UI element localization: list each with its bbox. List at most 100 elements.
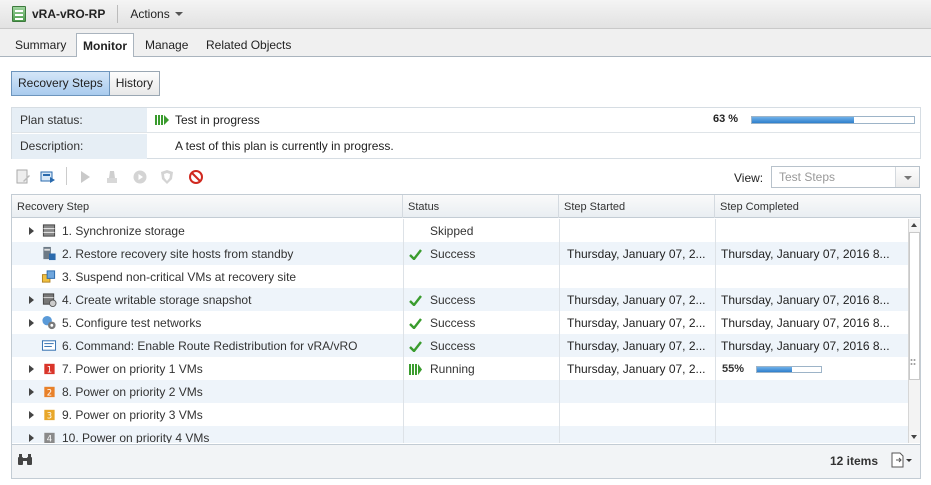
table-row[interactable]: 5. Configure test networks Success Thursda…	[12, 311, 908, 334]
subtab-group: Recovery Steps History	[11, 71, 161, 96]
plan-status-value: Test in progress	[175, 113, 260, 127]
command-icon	[41, 340, 57, 351]
network-icon	[42, 315, 56, 330]
actions-label: Actions	[130, 7, 170, 21]
view-select[interactable]: Test Steps	[771, 166, 920, 188]
resize-grip-icon[interactable]	[910, 357, 916, 369]
recovery-steps-grid: Recovery Step Status Step Started Step C…	[11, 194, 921, 479]
step-completed: Thursday, January 07, 2016 8...	[721, 339, 890, 353]
plan-progress-bar	[751, 116, 915, 124]
step-name: 5. Configure test networks	[62, 316, 202, 330]
plan-progress-fill	[752, 117, 855, 123]
step-started: Thursday, January 07, 2...	[567, 293, 706, 307]
step-completed: Thursday, January 07, 2016 8...	[721, 247, 890, 261]
table-row[interactable]: 6. Command: Enable Route Redistribution …	[12, 334, 908, 357]
table-row[interactable]: 3. Suspend non-critical VMs at recovery …	[12, 265, 908, 288]
chevron-down-icon	[174, 12, 183, 16]
edit-plan-icon[interactable]	[15, 169, 31, 185]
expand-arrow-icon[interactable]	[29, 296, 34, 304]
expand-arrow-icon[interactable]	[29, 319, 34, 327]
step-name: 4. Create writable storage snapshot	[62, 293, 252, 307]
grid-body: 1. Synchronize storage Skipped 2. Restore …	[12, 219, 908, 443]
table-row[interactable]: 2. Restore recovery site hosts from stan…	[12, 242, 908, 265]
tab-related-objects[interactable]: Related Objects	[200, 35, 297, 57]
cleanup-icon[interactable]	[104, 169, 120, 185]
svg-text:3: 3	[47, 410, 52, 420]
expand-arrow-icon[interactable]	[29, 388, 34, 396]
column-header-recovery-step[interactable]: Recovery Step	[12, 195, 403, 218]
expand-arrow-icon[interactable]	[29, 227, 34, 235]
step-status: Success	[430, 339, 476, 353]
grid-footer: 12 items	[12, 444, 920, 478]
priority-3-icon: 3	[44, 409, 55, 420]
priority-1-icon: 1	[44, 363, 55, 374]
subtab-history[interactable]: History	[109, 71, 161, 96]
column-header-step-started[interactable]: Step Started	[559, 195, 715, 218]
step-name: 7. Power on priority 1 VMs	[62, 362, 203, 376]
step-name: 1. Synchronize storage	[62, 224, 185, 238]
table-row[interactable]: 1 7. Power on priority 1 VMs Running Thursd…	[12, 357, 908, 380]
cancel-icon[interactable]	[188, 169, 204, 185]
step-status: Running	[430, 362, 475, 376]
actions-menu[interactable]: Actions	[130, 7, 183, 21]
export-icon[interactable]	[890, 451, 914, 469]
run-test-icon[interactable]	[40, 169, 56, 185]
step-name: 2. Restore recovery site hosts from stan…	[62, 247, 294, 261]
plan-description-row: Description: A test of this plan is curr…	[12, 134, 920, 159]
plan-status-row: Plan status: Test in progress 63 %	[12, 108, 920, 133]
plan-description-label: Description:	[12, 134, 147, 159]
binoculars-icon[interactable]	[17, 453, 33, 466]
running-icon	[409, 364, 422, 375]
subtab-recovery-steps[interactable]: Recovery Steps	[11, 71, 110, 96]
table-row[interactable]: 2 8. Power on priority 2 VMs	[12, 380, 908, 403]
svg-text:1: 1	[47, 364, 52, 374]
suspend-vms-icon	[41, 270, 56, 283]
table-row[interactable]: 4 10. Power on priority 4 VMs	[12, 426, 908, 443]
step-started: Thursday, January 07, 2...	[567, 339, 706, 353]
expand-arrow-icon[interactable]	[29, 411, 34, 419]
reprotect-icon[interactable]	[132, 169, 148, 185]
tab-manage[interactable]: Manage	[139, 35, 194, 57]
step-name: 10. Power on priority 4 VMs	[62, 431, 210, 443]
column-header-step-completed[interactable]: Step Completed	[715, 195, 920, 218]
scroll-up-arrow[interactable]	[909, 219, 920, 231]
expand-arrow-icon[interactable]	[29, 365, 34, 373]
step-started: Thursday, January 07, 2...	[567, 247, 706, 261]
table-row[interactable]: 4. Create writable storage snapshot Succe…	[12, 288, 908, 311]
plan-description-value: A test of this plan is currently in prog…	[175, 139, 394, 153]
svg-text:2: 2	[47, 387, 52, 397]
toolbar-separator	[66, 167, 67, 185]
step-completed: Thursday, January 07, 2016 8...	[721, 293, 890, 307]
tab-bar: Summary Monitor Manage Related Objects	[0, 29, 931, 58]
chevron-down-icon[interactable]	[895, 167, 919, 187]
step-started: Thursday, January 07, 2...	[567, 316, 706, 330]
recovery-icon[interactable]	[77, 169, 93, 185]
items-count: 12 items	[830, 454, 879, 468]
shield-icon[interactable]	[159, 169, 175, 185]
title-bar: vRA-vRO-RP Actions	[0, 0, 931, 29]
host-icon	[43, 246, 56, 261]
table-row[interactable]: 1. Synchronize storage Skipped	[12, 219, 908, 242]
snapshot-icon	[42, 293, 57, 307]
column-header-status[interactable]: Status	[403, 195, 559, 218]
tab-summary[interactable]: Summary	[9, 35, 72, 57]
monitor-content: Recovery Steps History Plan status: Test…	[0, 57, 931, 485]
check-icon	[409, 341, 422, 352]
scroll-down-arrow[interactable]	[909, 431, 920, 443]
vertical-scrollbar[interactable]	[908, 219, 920, 443]
step-started: Thursday, January 07, 2...	[567, 362, 706, 376]
step-name: 3. Suspend non-critical VMs at recovery …	[62, 270, 297, 284]
column-divider	[559, 219, 560, 443]
plan-progress-text: 63 %	[713, 113, 739, 125]
step-status: Success	[430, 293, 476, 307]
step-progress-text: 55%	[722, 363, 745, 375]
tab-monitor[interactable]: Monitor	[76, 33, 134, 58]
expand-arrow-icon[interactable]	[29, 434, 34, 442]
step-name: 8. Power on priority 2 VMs	[62, 385, 203, 399]
check-icon	[409, 295, 422, 306]
plan-info-panel: Plan status: Test in progress 63 % Descr…	[11, 107, 921, 159]
step-status: Skipped	[430, 224, 474, 238]
table-row[interactable]: 3 9. Power on priority 3 VMs	[12, 403, 908, 426]
step-progress-fill	[757, 367, 793, 372]
running-icon	[155, 115, 169, 125]
